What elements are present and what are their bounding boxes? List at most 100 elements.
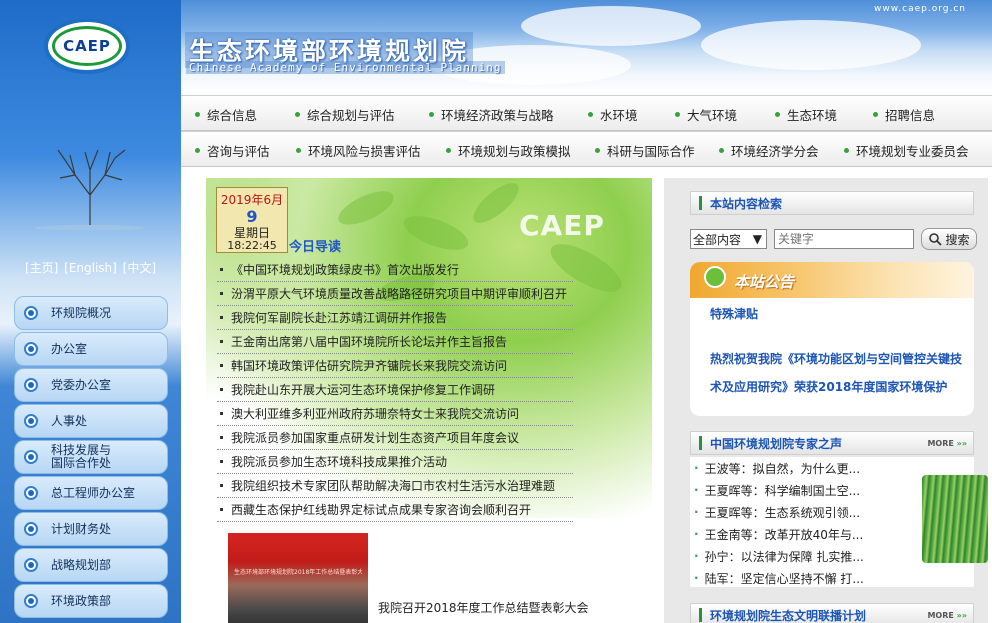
experts-more-link[interactable]: MORE »» <box>927 439 967 448</box>
bullet-icon <box>24 450 38 464</box>
left-nav-chief-engineer[interactable]: 总工程师办公室 <box>14 476 168 510</box>
left-nav-label: 人事处 <box>51 413 88 428</box>
nav-consulting[interactable]: 咨询与评估 <box>195 132 270 168</box>
left-nav-science-intl[interactable]: 科技发展与 国际合作处 <box>14 440 168 474</box>
more-arrows-icon: »» <box>956 438 967 448</box>
expert-item[interactable]: 陆军：坚定信心坚持不懈 打... <box>694 567 880 589</box>
main-content: CAEP 2019年6月 9 星期日 18:22:45 今日导读 《中国环境规划… <box>181 167 660 623</box>
expert-item[interactable]: 王夏晖等：生态系统观引领... <box>694 501 880 523</box>
heading-bar <box>699 436 702 450</box>
news-list: 《中国环境规划政策绿皮书》首次出版发行 汾渭平原大气环境质量改善战略路径研究项目… <box>217 258 573 522</box>
date-day: 9 <box>246 207 258 226</box>
live-plan-heading-text: 环境规划院生态文明联播计划 <box>710 608 867 623</box>
date-widget: 2019年6月 9 星期日 18:22:45 <box>216 187 288 253</box>
site-header: 生态环境部环境规划院 Chinese Academy of Environmen… <box>181 0 992 95</box>
expert-item[interactable]: 王金南等：改革开放40年与... <box>694 523 880 545</box>
lang-english-link[interactable]: [English] <box>64 261 117 275</box>
left-nav-label: 环规院概况 <box>51 305 112 320</box>
date-time: 18:22:45 <box>227 239 277 252</box>
speaker-icon <box>704 266 726 288</box>
right-sidebar: 本站内容检索 全部内容 ▼ 搜索 本站公告 特殊津贴 热烈祝贺我院《环境功能区划… <box>660 167 992 623</box>
live-more-link[interactable]: MORE »» <box>927 611 967 620</box>
news-photo-caption[interactable]: 我院召开2018年度工作总结暨表彰大会 <box>378 599 589 616</box>
bullet-icon <box>24 342 38 356</box>
nav-recruitment[interactable]: 招聘信息 <box>873 96 935 132</box>
news-item[interactable]: 汾渭平原大气环境质量改善战略路径研究项目中期评审顺利召开 <box>217 282 573 306</box>
date-weekday: 星期日 <box>233 226 270 240</box>
nav-research-intl[interactable]: 科研与国际合作 <box>595 132 695 168</box>
left-nav-strategy[interactable]: 战略规划部 <box>14 548 168 582</box>
news-item[interactable]: 我院组织技术专家团队帮助解决海口市农村生活污水治理难题 <box>217 474 573 498</box>
bullet-icon <box>24 486 38 500</box>
nav-general-info[interactable]: 综合信息 <box>195 96 257 132</box>
search-row: 全部内容 ▼ 搜索 <box>690 228 977 250</box>
logo-text: CAEP <box>63 37 111 55</box>
nav-econ-policy[interactable]: 环境经济政策与战略 <box>429 96 554 132</box>
left-nav-party-office[interactable]: 党委办公室 <box>14 368 168 402</box>
nav-policy-simulation[interactable]: 环境规划与政策模拟 <box>446 132 571 168</box>
search-heading-text: 本站内容检索 <box>710 196 783 211</box>
lang-home-link[interactable]: [主页] <box>25 261 58 275</box>
left-nav-office[interactable]: 办公室 <box>14 332 168 366</box>
nav-econ-society[interactable]: 环境经济学分会 <box>719 132 819 168</box>
bullet-icon <box>24 414 38 428</box>
news-item[interactable]: 西藏生态保护红线勘界定标试点成果专家咨询会顺利召开 <box>217 498 573 522</box>
more-arrows-icon: »» <box>956 610 967 620</box>
left-nav-finance[interactable]: 计划财务处 <box>14 512 168 546</box>
news-item[interactable]: 我院赴山东开展大运河生态环境保护修复工作调研 <box>217 378 573 402</box>
left-sidebar: CAEP [主页] [English] [中文] 环规院概况 办公室 党委办公室… <box>0 0 181 623</box>
left-nav-label: 办公室 <box>51 341 88 356</box>
language-links: [主页] [English] [中文] <box>0 259 181 276</box>
notice-item[interactable]: 热烈祝贺我院《环境功能区划与空间管控关键技术及应用研究》荣获2018年度国家环境… <box>710 345 966 401</box>
grass-photo[interactable] <box>922 475 988 563</box>
news-item[interactable]: 我院何军副院长赴江苏靖江调研并作报告 <box>217 306 573 330</box>
more-label: MORE <box>927 438 954 448</box>
search-button[interactable]: 搜索 <box>921 228 977 250</box>
left-nav-overview[interactable]: 环规院概况 <box>14 296 168 330</box>
search-heading: 本站内容检索 <box>690 191 974 215</box>
nav-water[interactable]: 水环境 <box>588 96 638 132</box>
search-scope-select[interactable]: 全部内容 ▼ <box>690 229 767 249</box>
expert-item[interactable]: 王波等：拟自然，为什么更... <box>694 457 880 479</box>
magnifier-icon <box>929 233 943 246</box>
left-nav-label: 科技发展与 国际合作处 <box>51 443 112 470</box>
site-title-english: Chinese Academy of Environmental Plannin… <box>186 61 505 74</box>
nav-planning-committee[interactable]: 环境规划专业委员会 <box>844 132 969 168</box>
news-item[interactable]: 王金南出席第八届中国环境院所长论坛并作主旨报告 <box>217 330 573 354</box>
cloud-decoration <box>701 20 921 70</box>
search-input[interactable] <box>774 229 914 249</box>
more-label: MORE <box>927 610 954 620</box>
expert-item[interactable]: 王夏晖等：科学编制国土空... <box>694 479 880 501</box>
nav-air[interactable]: 大气环境 <box>675 96 737 132</box>
experts-heading: 中国环境规划院专家之声 MORE »» <box>690 431 974 455</box>
expert-item[interactable]: 孙宁：以法律为保障 扎实推... <box>694 545 880 567</box>
tree-illustration <box>35 149 145 230</box>
left-nav-label: 战略规划部 <box>51 557 112 572</box>
nav-risk-assessment[interactable]: 环境风险与损害评估 <box>296 132 421 168</box>
bullet-icon <box>24 594 38 608</box>
news-item[interactable]: 我院派员参加生态环境科技成果推介活动 <box>217 450 573 474</box>
news-photo[interactable]: 生态环境部环境规划院2018年工作总结暨表彰大会 <box>228 533 368 623</box>
nav-planning-evaluation[interactable]: 综合规划与评估 <box>295 96 395 132</box>
notice-banner-title: 本站公告 <box>734 273 795 291</box>
today-headlines-title: 今日导读 <box>289 240 342 255</box>
news-item[interactable]: 韩国环境政策评估研究院尹齐镛院长来我院交流访问 <box>217 354 573 378</box>
news-item[interactable]: 《中国环境规划政策绿皮书》首次出版发行 <box>217 258 573 282</box>
experts-heading-text: 中国环境规划院专家之声 <box>710 436 843 451</box>
caep-logo[interactable]: CAEP <box>44 18 130 74</box>
notice-banner: 本站公告 <box>690 262 974 298</box>
lang-chinese-link[interactable]: [中文] <box>123 261 156 275</box>
notice-item[interactable]: 特殊津贴 <box>710 305 758 322</box>
caep-watermark: CAEP <box>519 209 605 242</box>
nav-ecology[interactable]: 生态环境 <box>775 96 837 132</box>
site-domain: www.caep.org.cn <box>874 4 966 14</box>
cloud-decoration <box>521 6 701 46</box>
top-nav-row-1: 综合信息 综合规划与评估 环境经济政策与战略 水环境 大气环境 生态环境 招聘信… <box>181 95 992 131</box>
bullet-icon <box>24 378 38 392</box>
left-nav-policy[interactable]: 环境政策部 <box>14 584 168 618</box>
bullet-icon <box>24 558 38 572</box>
top-nav-row-2: 咨询与评估 环境风险与损害评估 环境规划与政策模拟 科研与国际合作 环境经济学分… <box>181 131 992 167</box>
news-item[interactable]: 澳大利亚维多利亚州政府苏珊奈特女士来我院交流访问 <box>217 402 573 426</box>
left-nav-hr[interactable]: 人事处 <box>14 404 168 438</box>
news-item[interactable]: 我院派员参加国家重点研发计划生态资产项目年度会议 <box>217 426 573 450</box>
